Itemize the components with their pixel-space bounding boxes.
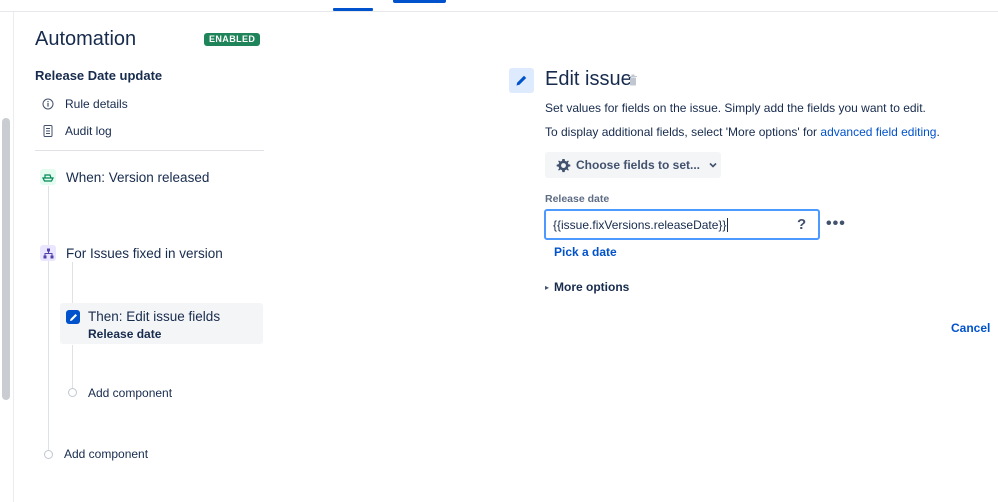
flow-connector-outer [48, 186, 49, 450]
additional-prefix: To display additional fields, select 'Mo… [545, 125, 821, 139]
delete-icon[interactable] [628, 74, 638, 86]
add-component-dot [44, 450, 53, 459]
action-subtitle: Release date [88, 327, 162, 341]
choose-fields-button[interactable]: Choose fields to set... [545, 152, 721, 178]
additional-suffix: . [936, 125, 940, 139]
edit-issue-icon [509, 68, 534, 93]
ship-icon [40, 169, 56, 185]
action-step-card[interactable]: Then: Edit issue fields Release date [60, 303, 263, 344]
flow-connector-inner-bottom [72, 345, 73, 388]
nav-rule-details[interactable]: Rule details [41, 95, 128, 113]
release-date-value: {{issue.fixVersions.releaseDate}} [553, 217, 727, 232]
help-icon[interactable]: ? [797, 216, 806, 233]
nav-audit-log[interactable]: Audit log [41, 122, 112, 140]
pencil-icon [66, 310, 80, 324]
flow-connector-inner-top [72, 262, 73, 304]
chevron-down-icon [708, 160, 718, 170]
choose-fields-label: Choose fields to set... [576, 158, 701, 172]
trigger-step[interactable]: When: Version released [40, 169, 209, 185]
editor-description: Set values for fields on the issue. Simp… [545, 101, 926, 115]
nav-divider [35, 150, 264, 151]
primary-button-edge[interactable] [393, 0, 446, 3]
more-actions-icon[interactable]: ••• [826, 215, 846, 233]
editor-title: Edit issue [545, 68, 632, 90]
gear-icon [556, 158, 571, 173]
nav-label: Rule details [65, 97, 128, 111]
top-tab-bar [0, 0, 998, 12]
more-options-toggle[interactable]: ▸ More options [545, 280, 629, 294]
action-title: Then: Edit issue fields [88, 309, 221, 324]
more-options-label: More options [554, 280, 630, 294]
release-date-label: Release date [545, 193, 610, 205]
cancel-button[interactable]: Cancel [951, 321, 990, 335]
branch-step[interactable]: For Issues fixed in version [40, 245, 223, 261]
release-date-input[interactable]: {{issue.fixVersions.releaseDate}} [544, 209, 820, 240]
advanced-field-editing-link[interactable]: advanced field editing [820, 125, 936, 139]
document-icon [41, 124, 55, 138]
trigger-label: When: Version released [66, 169, 210, 185]
editor-additional-info: To display additional fields, select 'Mo… [545, 125, 940, 139]
add-component-outer-button[interactable]: Add component [64, 447, 148, 461]
page-title: Automation [35, 28, 137, 50]
active-tab-indicator[interactable] [333, 8, 373, 11]
add-component-dot [68, 388, 77, 397]
add-component-inner-button[interactable]: Add component [88, 386, 172, 400]
scrollbar[interactable] [2, 118, 10, 400]
rule-name: Release Date update [35, 68, 163, 83]
branch-label: For Issues fixed in version [66, 245, 223, 261]
status-badge: ENABLED [204, 33, 261, 46]
panel-divider [13, 12, 14, 502]
text-cursor [727, 217, 729, 232]
chevron-right-icon: ▸ [545, 282, 550, 292]
hierarchy-icon [40, 245, 56, 261]
nav-label: Audit log [65, 124, 112, 138]
info-icon [41, 97, 55, 111]
pick-a-date-link[interactable]: Pick a date [554, 245, 617, 259]
